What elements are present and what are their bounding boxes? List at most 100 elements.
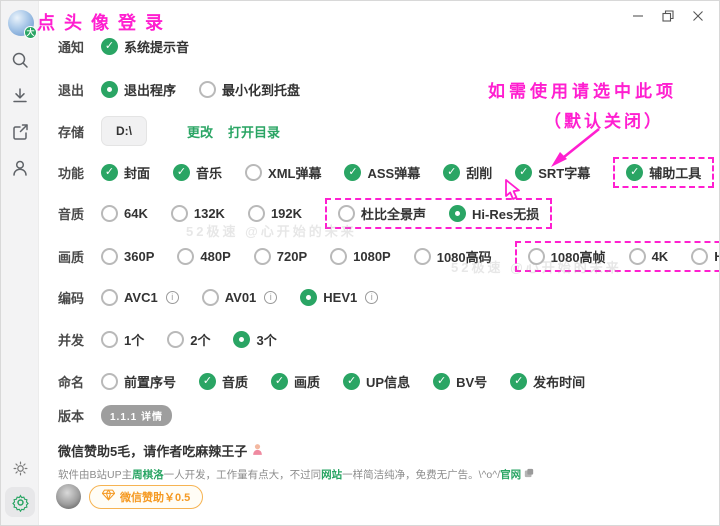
option-label: 1080P — [353, 249, 391, 264]
check-option[interactable]: ✓刮削 — [443, 163, 492, 182]
settings-row-编码: 编码AVC1i AV01i HEV1 i — [58, 282, 378, 312]
check-option[interactable]: ✓画质 — [271, 372, 320, 391]
option-label: 发布时间 — [533, 372, 585, 391]
annotation-login-hint: 点头像登录 — [37, 9, 172, 35]
check-option[interactable]: 前置序号 — [101, 372, 176, 391]
radio-dot — [455, 211, 460, 216]
wechat-sponsor-button[interactable]: 微信赞助￥0.5 — [89, 485, 203, 509]
row-controls: ✓封面✓音乐XML弹幕✓ASS弹幕✓刮削✓SRT字幕✓辅助工具 — [101, 163, 714, 182]
radio-option[interactable]: 360P — [101, 248, 154, 265]
checked-check-icon: ✓ — [173, 164, 190, 181]
radio-option[interactable]: 64K — [101, 205, 148, 222]
row-controls: 退出程序 最小化到托盘 — [101, 80, 300, 99]
settings-gear-icon[interactable] — [5, 487, 35, 517]
about-link[interactable]: 周棋洛 — [132, 469, 164, 481]
radio-option[interactable]: HDR — [691, 248, 720, 265]
unchecked-radio-icon — [414, 248, 431, 265]
radio-option[interactable]: AV01i — [202, 289, 278, 306]
storage-link[interactable]: 更改 — [187, 122, 213, 141]
annotation-tip-line1: 如需使用请选中此项 — [488, 77, 677, 102]
sponsor-button-label: 微信赞助￥0.5 — [120, 489, 190, 505]
watermark-text: 52极速 @心开始的未来 — [451, 257, 622, 276]
unchecked-radio-icon — [338, 205, 355, 222]
check-option[interactable]: ✓辅助工具 — [626, 163, 701, 182]
person-icon[interactable] — [7, 155, 33, 181]
radio-option[interactable]: 1个 — [101, 330, 144, 349]
check-option[interactable]: ✓SRT字幕 — [515, 163, 590, 182]
user-avatar[interactable]: 大 — [8, 10, 34, 36]
option-label: BV号 — [456, 372, 487, 391]
radio-dot — [239, 337, 244, 342]
check-option[interactable]: ✓音乐 — [173, 163, 222, 182]
author-avatar[interactable] — [56, 484, 81, 509]
radio-option[interactable]: 480P — [177, 248, 230, 265]
check-option[interactable]: ✓封面 — [101, 163, 150, 182]
row-label: 通知 — [58, 37, 101, 56]
radio-option[interactable]: Hi-Res无损 — [449, 204, 539, 223]
share-icon[interactable] — [7, 119, 33, 145]
option-label: 杜比全景声 — [361, 204, 426, 223]
storage-path-button[interactable]: D:\ — [101, 116, 147, 146]
unchecked-check-icon — [245, 164, 262, 181]
minimize-button[interactable] — [623, 3, 653, 29]
about-link[interactable]: 网站 — [321, 469, 342, 481]
radio-option[interactable]: 4K — [629, 248, 669, 265]
version-badge[interactable]: 1.1.1 详情 — [101, 405, 172, 426]
checked-check-icon: ✓ — [101, 38, 118, 55]
radio-option[interactable]: 杜比全景声 — [338, 204, 426, 223]
checked-radio-icon — [449, 205, 466, 222]
settings-row-命名: 命名前置序号 ✓音质 ✓画质 ✓UP信息 ✓BV号 ✓发布时间 — [58, 366, 585, 396]
highlight-group: ✓辅助工具 — [613, 157, 714, 188]
about-link[interactable]: 官网 — [500, 469, 521, 481]
option-label: 720P — [277, 249, 307, 264]
check-option[interactable]: XML弹幕 — [245, 163, 321, 182]
option-label: 192K — [271, 206, 302, 221]
radio-option[interactable]: 2个 — [167, 330, 210, 349]
row-label: 编码 — [58, 288, 101, 307]
unchecked-radio-icon — [101, 205, 118, 222]
radio-option[interactable]: 1080P — [330, 248, 391, 265]
info-icon[interactable]: i — [365, 291, 378, 304]
window-controls — [623, 3, 713, 29]
theme-toggle-icon[interactable] — [7, 455, 33, 481]
check-option[interactable]: ✓系统提示音 — [101, 37, 189, 56]
row-controls: D:\ 更改打开目录 — [101, 116, 280, 146]
info-icon[interactable]: i — [264, 291, 277, 304]
radio-option[interactable]: 退出程序 — [101, 80, 176, 99]
radio-option[interactable]: 192K — [248, 205, 302, 222]
radio-option[interactable]: 132K — [171, 205, 225, 222]
check-option[interactable]: ✓ASS弹幕 — [344, 163, 420, 182]
check-option[interactable]: ✓UP信息 — [343, 372, 410, 391]
external-link-icon[interactable] — [524, 468, 534, 481]
annotation-tip-line2: （默认关闭） — [544, 107, 664, 132]
row-controls: 1.1.1 详情 — [101, 405, 172, 426]
option-label: HEV1 — [323, 290, 357, 305]
highlight-group: 杜比全景声 Hi-Res无损 — [325, 198, 552, 229]
check-option[interactable]: ✓BV号 — [433, 372, 487, 391]
radio-option[interactable]: 3个 — [233, 330, 276, 349]
storage-link[interactable]: 打开目录 — [228, 122, 280, 141]
row-controls: ✓系统提示音 — [101, 37, 189, 56]
unchecked-radio-icon — [330, 248, 347, 265]
info-icon[interactable]: i — [166, 291, 179, 304]
row-label: 命名 — [58, 372, 101, 391]
restore-button[interactable] — [653, 3, 683, 29]
check-option[interactable]: ✓音质 — [199, 372, 248, 391]
unchecked-radio-icon — [171, 205, 188, 222]
row-label: 功能 — [58, 163, 101, 182]
radio-option[interactable]: AVC1i — [101, 289, 179, 306]
download-icon[interactable] — [7, 83, 33, 109]
radio-option[interactable]: 最小化到托盘 — [199, 80, 300, 99]
check-option[interactable]: ✓发布时间 — [510, 372, 585, 391]
option-label: Hi-Res无损 — [472, 204, 539, 223]
settings-row-存储: 存储D:\更改打开目录 — [58, 116, 280, 146]
row-label: 音质 — [58, 204, 101, 223]
option-label: 封面 — [124, 163, 150, 182]
search-icon[interactable] — [7, 47, 33, 73]
radio-option[interactable]: 720P — [254, 248, 307, 265]
checked-radio-icon — [300, 289, 317, 306]
radio-option[interactable]: HEV1 i — [300, 289, 378, 306]
row-controls: 64K 132K 192K 杜比全景声 Hi-Res无损 — [101, 204, 552, 223]
close-button[interactable] — [683, 3, 713, 29]
about-text: 一人开发，工作量有点大，不过同 — [164, 469, 322, 481]
